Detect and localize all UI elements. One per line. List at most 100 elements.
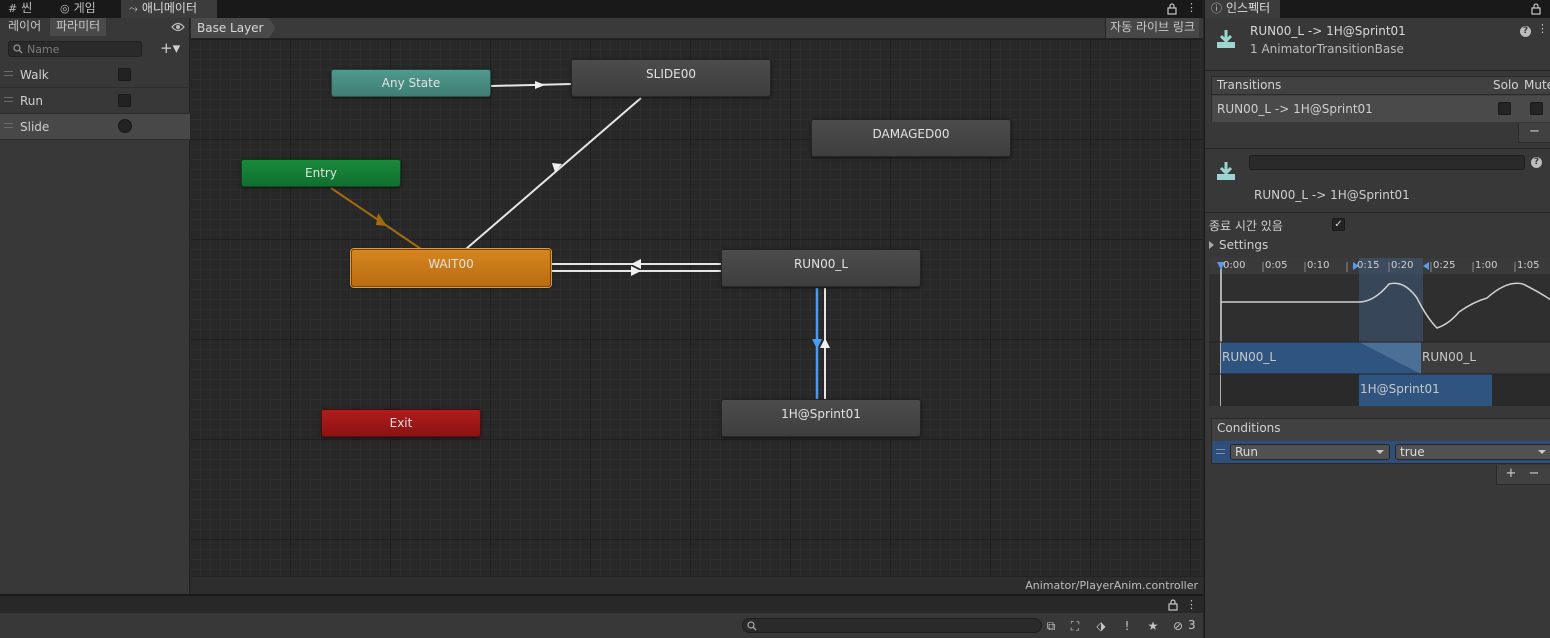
tab-layers[interactable]: 레이어 [2,18,47,36]
parameter-row-slide[interactable]: Slide [0,114,190,140]
parameter-name: Run [20,94,44,108]
mute-label: Mute [1524,78,1550,92]
state-wait00-default[interactable]: WAIT00 [351,249,551,287]
remove-condition-button[interactable]: − [1525,466,1543,482]
editor-tab-bar: # 씬 ◎ 게임 ⤳ 애니메이터 ⋮ [0,0,1203,18]
run-bool-checkbox[interactable] [118,94,131,107]
favorite-star-icon[interactable]: ★ [1145,618,1161,634]
controller-path: Animator/PlayerAnim.controller [1025,579,1198,592]
tab-scene[interactable]: # 씬 [0,0,40,18]
transition-entry-to-wait[interactable] [330,187,422,250]
parameter-name: Walk [20,68,49,82]
drag-handle-icon[interactable] [4,123,13,128]
settings-foldout[interactable]: Settings [1209,238,1268,252]
console-window: ⋮ ⧉ ⛶ ⬗ ! ★ ⊘ 3 [0,594,1203,638]
condition-parameter-dropdown[interactable]: Run [1230,444,1390,460]
add-condition-button[interactable]: + [1502,466,1520,482]
hidden-eye-icon[interactable]: ⊘ [1170,618,1186,634]
clip-destination-label[interactable]: 1H@Sprint01 [1360,382,1440,396]
search-icon [13,44,23,54]
solo-checkbox[interactable] [1498,102,1511,115]
solo-label: Solo [1493,78,1519,92]
tab-game[interactable]: ◎ 게임 [52,0,104,18]
state-run00-l[interactable]: RUN00_L [721,249,921,287]
mute-checkbox[interactable] [1530,102,1543,115]
timeline-tick: 0:25 [1433,260,1456,271]
grid-icon: # [8,2,18,15]
state-machine-graph[interactable]: Any State SLIDE00 DAMAGED00 Entry WAIT00… [191,39,1203,576]
drag-handle-icon[interactable] [4,71,13,76]
drag-handle-icon[interactable] [4,97,13,102]
tab-animator[interactable]: ⤳ 애니메이터 [121,0,217,18]
clip-source-repeat-label[interactable]: RUN00_L [1422,350,1476,364]
slide-trigger-radio[interactable] [118,119,132,133]
breadcrumb-base-layer[interactable]: Base Layer [191,18,276,38]
parameter-row-run[interactable]: Run [0,88,190,114]
help-icon[interactable]: ? [1531,157,1542,168]
transition-any-to-slide[interactable] [490,83,572,87]
drag-handle-icon[interactable] [1216,449,1225,454]
state-any-state[interactable]: Any State [331,69,491,97]
transition-name-field[interactable] [1249,155,1525,170]
more-menu-icon[interactable]: ⋮ [1186,598,1197,611]
state-exit[interactable]: Exit [321,409,481,437]
auto-live-link-button[interactable]: 자동 라이브 링크 [1105,18,1199,38]
lock-icon[interactable] [1168,599,1178,611]
foldout-arrow-icon [1209,241,1214,249]
search-by-type-icon[interactable]: ⧉ [1043,618,1059,634]
console-tab-bar [0,596,1203,613]
timeline-tick: 0:15 [1357,260,1380,271]
state-damaged00[interactable]: DAMAGED00 [811,119,1011,157]
dropdown-arrow-icon [1538,450,1546,454]
hierarchy-filter-icon[interactable]: ⛶ [1067,618,1083,634]
divider [1205,70,1550,71]
transition-slide-to-wait[interactable] [465,97,642,250]
clip-source-label[interactable]: RUN00_L [1222,350,1276,364]
eye-icon[interactable] [171,21,185,33]
transition-list-item[interactable]: RUN00_L -> 1H@Sprint01 [1212,96,1550,122]
state-entry[interactable]: Entry [241,159,401,187]
condition-value-dropdown[interactable]: true [1395,444,1550,460]
arrow-head-icon [535,81,545,89]
state-slide00[interactable]: SLIDE00 [571,59,771,97]
remove-transition-button[interactable]: − [1518,123,1550,143]
parameter-search-field[interactable] [8,41,142,57]
gamepad-icon: ◎ [60,2,70,15]
transition-arrows [330,81,830,399]
add-parameter-button[interactable]: +▾ [160,40,188,58]
inspector-title: RUN00_L -> 1H@Sprint01 [1250,24,1406,38]
timeline-tick: 0:10 [1307,260,1330,271]
more-menu-icon[interactable]: ⋮ [1186,1,1197,14]
lock-icon[interactable] [1531,3,1541,15]
transition-name-label: RUN00_L -> 1H@Sprint01 [1254,188,1410,202]
help-icon[interactable]: ? [1520,26,1531,37]
walk-bool-checkbox[interactable] [118,68,131,81]
conditions-footer: + − [1496,465,1550,485]
search-icon [747,621,757,631]
tab-parameters[interactable]: 파라미터 [50,18,107,36]
search-input[interactable] [27,42,139,56]
transition-timeline[interactable]: 0:00 0:05 0:10 0:15 0:20 0:25 1:00 1:05 … [1209,258,1550,406]
conditions-title: Conditions [1217,421,1281,435]
has-exit-time-label: 종료 시간 있음 [1209,219,1283,233]
console-search-field[interactable] [742,618,1042,633]
inspector-tab-bar: ⓘ 인스펙터 [1205,0,1550,18]
has-exit-time-checkbox[interactable]: ✓ [1332,218,1345,231]
label-tag-icon[interactable]: ⬗ [1093,618,1109,634]
transitions-header: Transitions Solo Mute [1212,77,1550,95]
arrow-head-icon [376,213,387,226]
lock-icon[interactable] [1167,3,1177,15]
tab-inspector[interactable]: ⓘ 인스펙터 [1205,0,1281,18]
divider [1205,212,1550,213]
transitions-title: Transitions [1217,78,1282,92]
error-filter-icon[interactable]: ! [1119,618,1135,634]
state-sprint01[interactable]: 1H@Sprint01 [721,399,921,437]
hidden-count: 3 [1188,618,1196,632]
transitions-list: Transitions Solo Mute RUN00_L -> 1H@Spri… [1211,76,1550,122]
inspector-subtitle: 1 AnimatorTransitionBase [1250,42,1404,56]
condition-row[interactable]: Run true [1212,441,1550,463]
settings-icon[interactable]: ⋮ [1537,22,1548,35]
parameter-row-walk[interactable]: Walk [0,62,190,88]
dropdown-arrow-icon [1376,450,1384,454]
layers-parameters-panel: 레이어 파라미터 +▾ Walk Run Slide [0,18,190,594]
